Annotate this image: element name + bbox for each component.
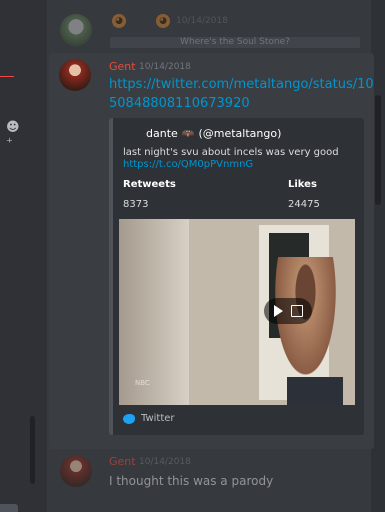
play-icon[interactable] bbox=[274, 305, 283, 317]
video-thumbnail[interactable]: NBC bbox=[119, 219, 355, 405]
field-retweets-value: 8373 bbox=[123, 199, 149, 210]
avatar[interactable] bbox=[59, 59, 91, 91]
pumpkin-emoji-icon: ◕ bbox=[112, 14, 126, 28]
video-wall bbox=[119, 219, 189, 405]
message-link[interactable]: https://twitter.com/metaltango/status/10… bbox=[109, 75, 374, 113]
timestamp: 10/14/2018 bbox=[139, 457, 191, 467]
video-controls[interactable] bbox=[264, 298, 312, 324]
embed-description: last night's svu about incels was very g… bbox=[123, 147, 339, 158]
scrollbar-thumb[interactable] bbox=[375, 95, 381, 205]
timestamp: 10/14/2018 bbox=[176, 16, 228, 26]
channel-sidebar: ☻⁺ bbox=[0, 0, 47, 512]
message-text: I thought this was a parody bbox=[109, 474, 274, 488]
message-previous: ◕ ◕ 10/14/2018 Where's the Soul Stone? bbox=[60, 14, 380, 50]
reply-preview[interactable]: Where's the Soul Stone? bbox=[110, 37, 360, 48]
embed-author[interactable]: dante 🦇 (@metaltango) bbox=[146, 127, 281, 140]
field-likes-value: 24475 bbox=[288, 199, 320, 210]
avatar[interactable] bbox=[60, 455, 92, 487]
avatar[interactable] bbox=[60, 14, 92, 46]
add-member-icon[interactable]: ☻⁺ bbox=[6, 120, 22, 151]
open-external-icon[interactable] bbox=[291, 305, 303, 317]
video-person bbox=[274, 257, 344, 397]
embed-footer: Twitter bbox=[141, 413, 175, 424]
field-retweets-label: Retweets bbox=[123, 179, 176, 190]
field-likes-label: Likes bbox=[288, 179, 317, 190]
username[interactable]: Gent bbox=[109, 60, 136, 73]
pumpkin-emoji-icon: ◕ bbox=[156, 14, 170, 28]
message-next: Gent 10/14/2018 I thought this was a par… bbox=[60, 455, 375, 495]
unread-divider bbox=[0, 76, 14, 77]
sidebar-scrollbar[interactable] bbox=[30, 416, 35, 484]
video-person-jeans bbox=[287, 377, 343, 405]
sidebar-footer bbox=[0, 504, 18, 512]
nbc-logo: NBC bbox=[135, 379, 150, 387]
twitter-bird-icon bbox=[123, 414, 135, 424]
embed-link[interactable]: https://t.co/QM0pPVnmnG bbox=[123, 159, 253, 170]
timestamp: 10/14/2018 bbox=[139, 62, 191, 72]
username[interactable]: Gent bbox=[109, 455, 136, 468]
twitter-embed: dante 🦇 (@metaltango) last night's svu a… bbox=[109, 118, 364, 435]
